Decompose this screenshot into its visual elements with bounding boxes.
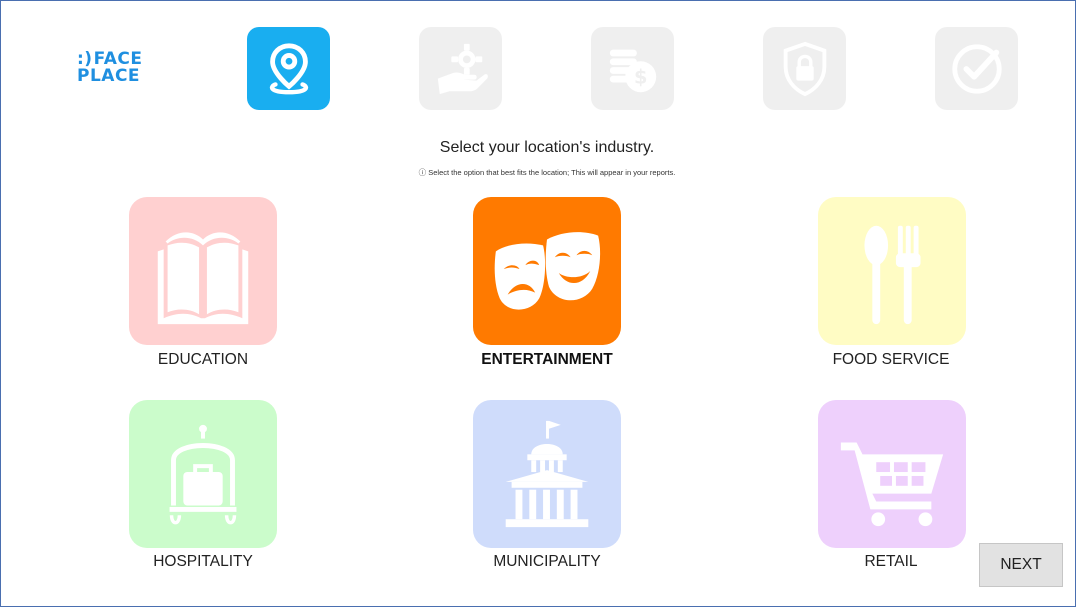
industry-tile-hospitality[interactable] bbox=[129, 400, 277, 548]
gear-hand-icon bbox=[437, 43, 488, 94]
shopping-cart-icon bbox=[840, 442, 944, 527]
page-hint: ⓘ Select the option that best fits the l… bbox=[418, 168, 676, 177]
industry-label-municipality[interactable]: MUNICIPALITY bbox=[437, 553, 657, 571]
shield-lock-icon bbox=[783, 41, 826, 96]
industry-tile-entertainment[interactable] bbox=[473, 197, 621, 345]
step-billing[interactable]: $ bbox=[591, 27, 674, 110]
open-book-icon bbox=[157, 232, 249, 325]
capitol-building-icon bbox=[505, 420, 589, 528]
spoon-fork-icon bbox=[864, 225, 921, 325]
step-security[interactable] bbox=[763, 27, 846, 110]
industry-label-retail[interactable]: RETAIL bbox=[781, 553, 1001, 571]
industry-label-hospitality[interactable]: HOSPITALITY bbox=[93, 553, 313, 571]
industry-tile-education[interactable] bbox=[129, 197, 277, 345]
next-button[interactable]: NEXT bbox=[979, 543, 1063, 587]
faceplace-logo: :)FACE PLACE bbox=[77, 51, 159, 91]
industry-label-entertainment[interactable]: ENTERTAINMENT bbox=[437, 351, 657, 369]
industry-label-education[interactable]: EDUCATION bbox=[93, 351, 313, 369]
step-services[interactable] bbox=[419, 27, 502, 110]
page-title: Select your location's industry. bbox=[439, 139, 655, 156]
check-circle-icon bbox=[951, 43, 1002, 94]
step-confirm[interactable] bbox=[935, 27, 1018, 110]
industry-tile-food-service[interactable] bbox=[818, 197, 966, 345]
industry-label-food-service[interactable]: FOOD SERVICE bbox=[781, 351, 1001, 369]
coins-dollar-icon: $ bbox=[609, 49, 656, 92]
svg-text:$: $ bbox=[634, 65, 647, 88]
industry-tile-municipality[interactable] bbox=[473, 400, 621, 548]
logo-place-text: PLACE bbox=[77, 66, 141, 86]
step-location[interactable] bbox=[247, 27, 330, 110]
location-pin-icon bbox=[269, 42, 308, 94]
luggage-cart-icon bbox=[169, 424, 237, 525]
theater-masks-icon bbox=[494, 232, 601, 310]
industry-tile-retail[interactable] bbox=[818, 400, 966, 548]
